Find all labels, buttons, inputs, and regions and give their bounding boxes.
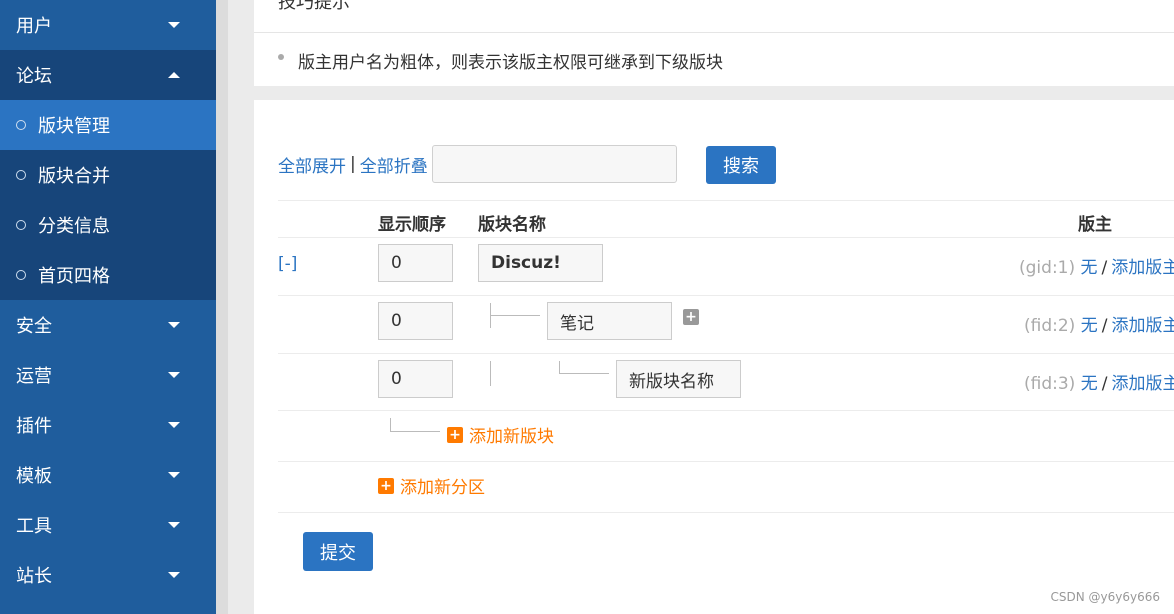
- sub-item-thread-types[interactable]: 分类信息: [0, 200, 216, 250]
- forum-list-panel: 全部展开 | 全部折叠 搜索 显示顺序 版块名称 版主 [-] (gid:1) …: [254, 100, 1174, 614]
- bullet-icon: [278, 53, 284, 60]
- toolbar: 全部展开 | 全部折叠: [278, 145, 677, 183]
- header-order: 显示顺序: [378, 215, 446, 235]
- chevron-down-icon: [168, 472, 180, 478]
- forum-name-input[interactable]: [547, 302, 672, 340]
- id-label: (fid:2): [1024, 316, 1076, 336]
- search-button[interactable]: 搜索: [706, 146, 776, 184]
- add-moderator-link[interactable]: 添加版主: [1111, 258, 1174, 278]
- add-forum-link[interactable]: + 添加新版块: [447, 422, 554, 447]
- moderator-cell: (gid:1) 无 / 添加版主: [1019, 253, 1174, 278]
- nav-item-label: 论坛: [16, 66, 52, 87]
- add-moderator-link[interactable]: 添加版主: [1111, 374, 1174, 394]
- moderator-link[interactable]: 无: [1081, 316, 1098, 336]
- nav-item-founder[interactable]: 站长: [0, 550, 216, 600]
- tree-line: [390, 418, 391, 431]
- nav-item-label: 模板: [16, 466, 52, 487]
- sub-item-label: 分类信息: [38, 216, 110, 237]
- id-label: (gid:1): [1019, 258, 1076, 278]
- add-moderator-link[interactable]: 添加版主: [1111, 316, 1174, 336]
- tree-line: [390, 431, 440, 432]
- nav-item-tools[interactable]: 工具: [0, 500, 216, 550]
- chevron-down-icon: [168, 422, 180, 428]
- nav-item-label: 运营: [16, 366, 52, 387]
- order-input[interactable]: [378, 244, 453, 282]
- divider: [278, 461, 1174, 462]
- tips-title: 技巧提示: [278, 0, 350, 13]
- forum-name-input[interactable]: [478, 244, 603, 282]
- order-input[interactable]: [378, 302, 453, 340]
- chevron-up-icon: [168, 72, 180, 78]
- collapse-toggle[interactable]: [-]: [278, 254, 297, 274]
- sub-item-forum-manage[interactable]: 版块管理: [0, 100, 216, 150]
- circle-icon: [16, 220, 26, 230]
- nav-item-label: 用户: [16, 16, 52, 37]
- nav-item-label: 站长: [16, 566, 52, 587]
- search-input[interactable]: [431, 145, 677, 183]
- nav-item-forum[interactable]: 论坛: [0, 50, 216, 100]
- add-category-label: 添加新分区: [400, 478, 485, 498]
- tip-line: 版主用户名为粗体，则表示该版主权限可继承到下级版块: [278, 48, 723, 73]
- divider: [278, 200, 1174, 201]
- moderator-cell: (fid:3) 无 / 添加版主: [1024, 369, 1174, 394]
- sub-item-label: 首页四格: [38, 266, 110, 287]
- tip-text: 版主用户名为粗体，则表示该版主权限可继承到下级版块: [298, 53, 723, 73]
- moderator-link[interactable]: 无: [1081, 258, 1098, 278]
- tree-line: [559, 373, 609, 374]
- header-moderator: 版主: [1078, 215, 1112, 235]
- nav-item-security[interactable]: 安全: [0, 300, 216, 350]
- submit-button[interactable]: 提交: [303, 532, 373, 571]
- sub-item-forum-merge[interactable]: 版块合并: [0, 150, 216, 200]
- chevron-down-icon: [168, 572, 180, 578]
- collapse-all-link[interactable]: 全部折叠: [360, 152, 428, 177]
- nav-item-label: 插件: [16, 416, 52, 437]
- divider: [278, 295, 1174, 296]
- nav-item-users[interactable]: 用户: [0, 0, 216, 50]
- tree-line: [559, 361, 560, 373]
- tree-line: [490, 315, 540, 316]
- divider: [278, 410, 1174, 411]
- separator: |: [350, 154, 356, 174]
- add-forum-label: 添加新版块: [469, 427, 554, 447]
- nav-item-plugins[interactable]: 插件: [0, 400, 216, 450]
- sub-item-label: 版块管理: [38, 116, 110, 137]
- main-content: 技巧提示 版主用户名为粗体，则表示该版主权限可继承到下级版块 全部展开 | 全部…: [228, 0, 1174, 614]
- plus-icon: +: [447, 426, 463, 443]
- id-label: (fid:3): [1024, 374, 1076, 394]
- nav-item-label: 安全: [16, 316, 52, 337]
- sub-item-label: 版块合并: [38, 166, 110, 187]
- watermark: CSDN @y6y6y666: [1050, 590, 1160, 604]
- divider: [254, 32, 1174, 33]
- divider: [278, 512, 1174, 513]
- forum-name-input[interactable]: [616, 360, 741, 398]
- circle-icon: [16, 270, 26, 280]
- nav-item-templates[interactable]: 模板: [0, 450, 216, 500]
- nav-item-label: 工具: [16, 516, 52, 537]
- moderator-link[interactable]: 无: [1081, 374, 1098, 394]
- order-input[interactable]: [378, 360, 453, 398]
- sub-item-home-grid[interactable]: 首页四格: [0, 250, 216, 300]
- tree-line: [490, 361, 491, 386]
- plus-icon: +: [378, 477, 394, 494]
- expand-all-link[interactable]: 全部展开: [278, 152, 346, 177]
- header-name: 版块名称: [478, 215, 546, 235]
- sidebar: 用户 论坛 版块管理 版块合并 分类信息 首页四格 安全 运营 插件 模板 工具: [0, 0, 216, 614]
- circle-icon: [16, 170, 26, 180]
- sidebar-scrollbar[interactable]: [216, 0, 228, 614]
- circle-icon: [16, 120, 26, 130]
- moderator-cell: (fid:2) 无 / 添加版主: [1024, 311, 1174, 336]
- nav-item-operation[interactable]: 运营: [0, 350, 216, 400]
- chevron-down-icon: [168, 522, 180, 528]
- add-subforum-icon[interactable]: +: [683, 309, 699, 325]
- divider: [278, 237, 1174, 238]
- tips-panel: 技巧提示 版主用户名为粗体，则表示该版主权限可继承到下级版块: [254, 0, 1174, 86]
- add-category-link[interactable]: + 添加新分区: [378, 473, 485, 498]
- divider: [278, 353, 1174, 354]
- chevron-down-icon: [168, 22, 180, 28]
- chevron-down-icon: [168, 372, 180, 378]
- chevron-down-icon: [168, 322, 180, 328]
